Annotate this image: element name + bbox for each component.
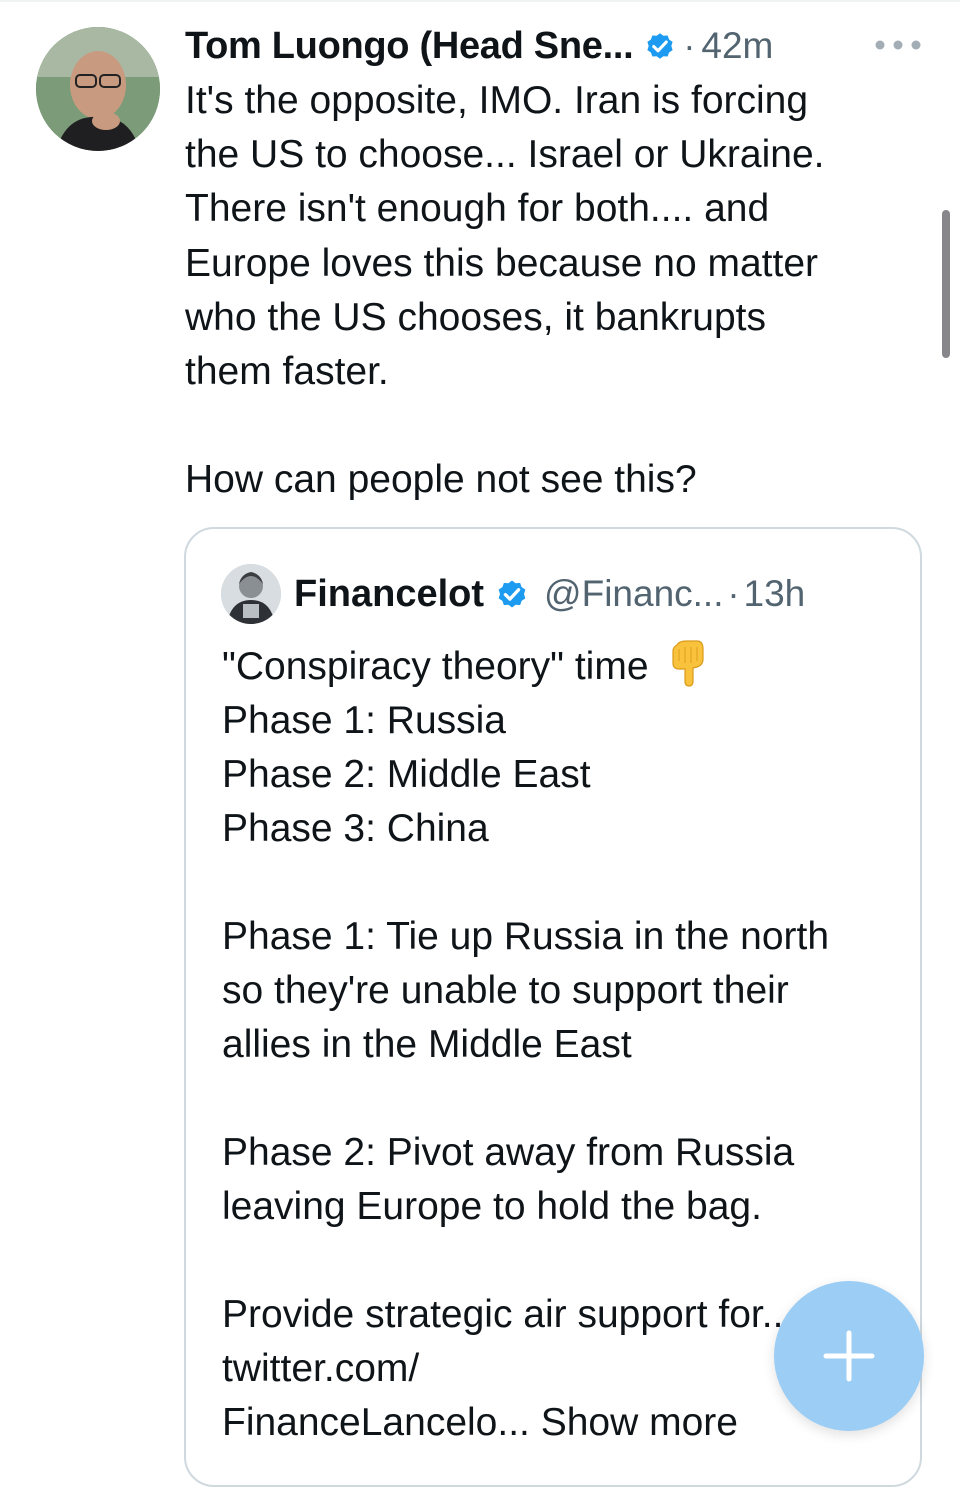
verified-badge-icon	[498, 580, 526, 608]
tweet-body: It's the opposite, IMO. Iran is forcing …	[185, 79, 825, 502]
scrollbar[interactable]	[942, 210, 950, 358]
quoted-tweet-timestamp: 13h	[743, 573, 806, 614]
pointing-down-emoji-icon	[671, 640, 704, 687]
tweet-timestamp[interactable]: 42m	[701, 25, 773, 67]
separator-dot: ·	[727, 573, 740, 614]
quoted-author-handle: @Financ...	[544, 573, 724, 614]
author-avatar[interactable]	[36, 27, 160, 151]
quoted-first-line: "Conspiracy theory" time	[222, 645, 649, 688]
separator-dot: ·	[683, 25, 696, 66]
plus-icon	[823, 1330, 875, 1382]
profile-photo	[221, 564, 281, 624]
quoted-tweet-header: Financelot @Financ... · 13h	[294, 569, 805, 619]
more-options-icon[interactable]	[874, 38, 922, 52]
compose-button[interactable]	[774, 1281, 924, 1431]
author-name[interactable]: Tom Luongo (Head Sne...	[185, 25, 634, 68]
tweet-header: Tom Luongo (Head Sne... · 42m	[185, 24, 773, 68]
quoted-author-avatar	[221, 564, 281, 624]
quoted-tweet-text: Phase 1: Russia Phase 2: Middle East Pha…	[222, 699, 830, 1444]
show-more-link[interactable]: Show more	[541, 1401, 738, 1444]
top-divider	[0, 0, 960, 2]
quoted-author-name: Financelot	[294, 572, 485, 615]
profile-photo	[36, 27, 160, 151]
verified-badge-icon	[647, 33, 673, 59]
